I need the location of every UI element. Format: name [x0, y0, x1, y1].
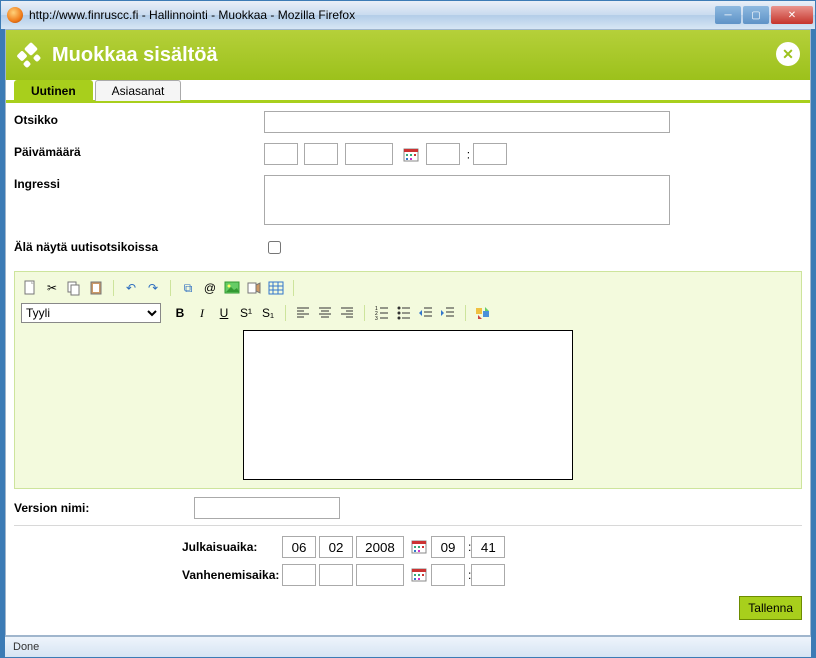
- divider: [14, 525, 802, 526]
- calendar-icon[interactable]: [411, 539, 427, 555]
- calendar-icon[interactable]: [403, 147, 419, 163]
- undo-icon[interactable]: ↶: [122, 279, 140, 297]
- editor-content-area[interactable]: [243, 330, 573, 480]
- page-title: Muokkaa sisältöä: [52, 44, 218, 67]
- julkaisu-month-input[interactable]: [319, 536, 353, 558]
- window-maximize-button[interactable]: ▢: [743, 6, 769, 24]
- status-text: Done: [13, 641, 39, 653]
- alanayta-checkbox[interactable]: [268, 241, 281, 254]
- date-min-input[interactable]: [473, 143, 507, 165]
- outdent-icon[interactable]: [417, 304, 435, 322]
- julkaisu-hour-input[interactable]: [431, 536, 465, 558]
- bold-icon[interactable]: B: [171, 304, 189, 322]
- window-title: http://www.finruscc.fi - Hallinnointi - …: [29, 8, 713, 22]
- label-ingressi: Ingressi: [14, 175, 264, 191]
- statusbar: Done: [5, 636, 811, 657]
- tab-asiasanat[interactable]: Asiasanat: [95, 80, 182, 101]
- vanhen-min-input[interactable]: [471, 564, 505, 586]
- label-paivamaara: Päivämäärä: [14, 143, 264, 159]
- julkaisu-min-input[interactable]: [471, 536, 505, 558]
- align-left-icon[interactable]: [294, 304, 312, 322]
- separator: [285, 305, 286, 321]
- rich-text-editor: ✂ ↶ ↷ ⧉ @ Tyyli B I U: [14, 271, 802, 489]
- save-area: Tallenna: [6, 592, 810, 628]
- julkaisu-day-input[interactable]: [282, 536, 316, 558]
- table-icon[interactable]: [267, 279, 285, 297]
- date-hour-input[interactable]: [426, 143, 460, 165]
- vanhen-hour-input[interactable]: [431, 564, 465, 586]
- browser-window: http://www.finruscc.fi - Hallinnointi - …: [0, 0, 816, 658]
- redo-icon[interactable]: ↷: [144, 279, 162, 297]
- unordered-list-icon[interactable]: [395, 304, 413, 322]
- date-day-input[interactable]: [264, 143, 298, 165]
- window-close-button[interactable]: ✕: [771, 6, 813, 24]
- lower-form: Version nimi: Julkaisuaika: : Vanhenemis…: [6, 489, 810, 592]
- tab-uutinen[interactable]: Uutinen: [14, 80, 93, 101]
- spellcheck-icon[interactable]: [474, 304, 492, 322]
- image-icon[interactable]: [223, 279, 241, 297]
- label-otsikko: Otsikko: [14, 111, 264, 127]
- ingressi-input[interactable]: [264, 175, 670, 225]
- align-right-icon[interactable]: [338, 304, 356, 322]
- cut-icon[interactable]: ✂: [43, 279, 61, 297]
- tabs: Uutinen Asiasanat: [6, 80, 810, 103]
- copy-icon[interactable]: [65, 279, 83, 297]
- header-logo-icon: [16, 41, 44, 69]
- label-version-nimi: Version nimi:: [14, 501, 194, 515]
- form-area: Otsikko Päivämäärä :: [6, 103, 810, 267]
- link-icon[interactable]: ⧉: [179, 279, 197, 297]
- underline-icon[interactable]: U: [215, 304, 233, 322]
- separator: [113, 280, 114, 296]
- separator: [364, 305, 365, 321]
- vanhen-month-input[interactable]: [319, 564, 353, 586]
- date-month-input[interactable]: [304, 143, 338, 165]
- label-julkaisuaika: Julkaisuaika:: [182, 540, 282, 554]
- vanhen-year-input[interactable]: [356, 564, 404, 586]
- date-year-input[interactable]: [345, 143, 393, 165]
- at-icon[interactable]: @: [201, 279, 219, 297]
- label-alanayta: Älä näytä uutisotsikoissa: [14, 238, 264, 254]
- calendar-icon[interactable]: [411, 567, 427, 583]
- separator: [465, 305, 466, 321]
- header-close-button[interactable]: ✕: [776, 42, 800, 66]
- new-doc-icon[interactable]: [21, 279, 39, 297]
- julkaisu-year-input[interactable]: [356, 536, 404, 558]
- ordered-list-icon[interactable]: 123: [373, 304, 391, 322]
- window-minimize-button[interactable]: ─: [715, 6, 741, 24]
- paste-icon[interactable]: [87, 279, 105, 297]
- style-select[interactable]: Tyyli: [21, 303, 161, 323]
- vanhen-day-input[interactable]: [282, 564, 316, 586]
- titlebar: http://www.finruscc.fi - Hallinnointi - …: [1, 1, 815, 29]
- svg-text:3: 3: [375, 316, 378, 321]
- version-nimi-input[interactable]: [194, 497, 340, 519]
- label-vanhenemisaika: Vanhenemisaika:: [182, 568, 282, 582]
- indent-icon[interactable]: [439, 304, 457, 322]
- subscript-icon[interactable]: S₁: [259, 304, 277, 322]
- save-button[interactable]: Tallenna: [739, 596, 802, 620]
- otsikko-input[interactable]: [264, 111, 670, 133]
- firefox-icon: [7, 7, 23, 23]
- separator: [170, 280, 171, 296]
- media-icon[interactable]: [245, 279, 263, 297]
- editor-toolbar-2: Tyyli B I U S¹ S₁ 123: [19, 300, 797, 326]
- align-center-icon[interactable]: [316, 304, 334, 322]
- superscript-icon[interactable]: S¹: [237, 304, 255, 322]
- page-header: Muokkaa sisältöä ✕: [6, 30, 810, 80]
- time-colon: :: [467, 148, 470, 162]
- italic-icon[interactable]: I: [193, 304, 211, 322]
- editor-toolbar-1: ✂ ↶ ↷ ⧉ @: [19, 276, 797, 300]
- client-area: Muokkaa sisältöä ✕ Uutinen Asiasanat Ots…: [5, 29, 811, 636]
- separator: [293, 280, 294, 296]
